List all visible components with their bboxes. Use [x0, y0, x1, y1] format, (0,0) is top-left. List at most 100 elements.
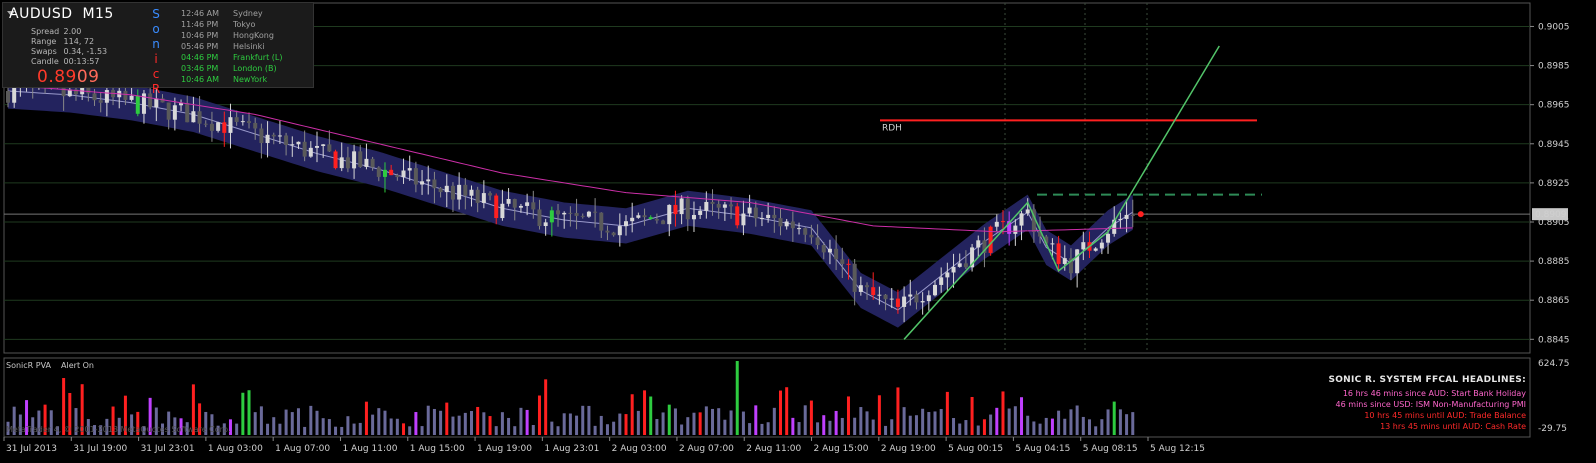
candle-body: [123, 90, 128, 100]
candle-body: [988, 226, 993, 253]
candle-body: [488, 193, 493, 196]
candle-body: [154, 98, 159, 108]
stat-key: Spread: [31, 27, 60, 36]
volume-bar: [1125, 414, 1129, 435]
timeframe: M15: [82, 6, 114, 22]
candle-body: [945, 272, 950, 278]
candle-body: [895, 298, 900, 307]
volume-bar: [1057, 410, 1061, 435]
price-main: 0.89: [37, 67, 77, 87]
session-clocks: 12:46 AM Sydney 11:46 PM Tokyo 10:46 PM HongK…: [181, 8, 282, 85]
stat-row: Swaps 0.34, -1.53: [31, 47, 107, 57]
candle-body: [827, 248, 832, 253]
candle-body: [345, 157, 350, 169]
volume-bar: [445, 402, 449, 435]
time-tick-label: 5 Aug 00:15: [948, 444, 1003, 454]
candle-body: [648, 217, 653, 219]
sonic-letter: c: [152, 67, 160, 81]
pva-name: SonicR PVA: [6, 361, 52, 370]
time-tick-label: 5 Aug 04:15: [1015, 444, 1070, 454]
candle-body: [963, 263, 968, 268]
session-time: 05:46 PM: [181, 42, 219, 51]
candle-body: [846, 263, 851, 265]
pva-alert: Alert On: [61, 361, 94, 370]
volume-bar: [605, 424, 609, 435]
volume-bar: [661, 412, 665, 435]
volume-bar: [896, 387, 900, 435]
symbol-title: AUDUSD M15: [9, 6, 114, 22]
volume-bar: [550, 421, 554, 435]
volume-bar: [1013, 406, 1017, 435]
candle-body: [537, 209, 542, 227]
volume-bar: [785, 387, 789, 435]
candle-body: [691, 214, 696, 220]
volume-bar: [834, 410, 838, 435]
stat-value: 114, 72: [63, 37, 95, 46]
candle-body: [586, 211, 591, 217]
candle-body: [1019, 213, 1024, 226]
candle-body: [1075, 249, 1080, 274]
volume-bar: [253, 412, 257, 435]
volume-bar: [587, 405, 591, 435]
volume-bar: [933, 411, 937, 435]
time-tick-label: 5 Aug 08:15: [1083, 444, 1138, 454]
volume-bar: [1094, 426, 1098, 435]
volume-bar: [426, 405, 430, 435]
volume-bar: [1020, 397, 1024, 435]
volume-bar: [766, 422, 770, 435]
volume-bar: [352, 423, 356, 435]
candle-body: [494, 195, 499, 219]
candle-body: [327, 144, 332, 152]
volume-bar: [871, 419, 875, 435]
volume-bar: [908, 415, 912, 435]
candle-body: [889, 298, 894, 300]
volume-bar: [1044, 417, 1048, 435]
volume-bar: [921, 408, 925, 435]
time-tick-label: 1 Aug 15:00: [410, 444, 465, 454]
candle-body: [729, 204, 734, 207]
candle-body: [1099, 242, 1104, 249]
candle-body: [951, 266, 956, 273]
candle-body: [685, 198, 690, 220]
candle-body: [722, 204, 727, 208]
time-tick-label: 2 Aug 07:00: [679, 444, 734, 454]
news-title: SONIC R. SYSTEM FFCAL HEADLINES:: [1328, 375, 1526, 385]
candle-body: [568, 212, 573, 214]
candle-body: [673, 204, 678, 215]
stat-row: Spread 2.00: [31, 27, 107, 37]
candle-body: [1000, 221, 1005, 223]
time-tick-label: 5 Aug 12:15: [1150, 444, 1205, 454]
volume-bar: [408, 426, 412, 435]
stat-row: Range 114, 72: [31, 37, 107, 47]
candle-body: [135, 95, 140, 114]
candle-body: [667, 204, 672, 225]
candle-body: [679, 198, 684, 215]
volume-bar: [327, 419, 331, 435]
symbol-info-panel: AUDUSD M15 Spread 2.00 Range 114, 72 Swaps…: [2, 2, 314, 96]
current-price: 0.8909: [37, 67, 100, 87]
volume-bar: [562, 413, 566, 435]
volume-bar: [377, 408, 381, 435]
candle-body: [179, 103, 184, 106]
volume-bar: [686, 417, 690, 435]
candle-body: [797, 228, 802, 230]
session-row: 11:46 PM Tokyo: [181, 19, 282, 30]
price-marker: [1137, 211, 1144, 218]
price-tick-label: 0.8965: [1538, 101, 1570, 111]
price-dim: 09: [76, 67, 100, 87]
candle-body: [914, 294, 919, 303]
time-tick-label: 1 Aug 19:00: [477, 444, 532, 454]
volume-bar: [859, 407, 863, 435]
volume-bar: [636, 410, 640, 435]
volume-bar: [760, 423, 764, 435]
candle-body: [549, 210, 554, 223]
sonic-letter: S: [152, 7, 160, 21]
candle-body: [284, 135, 289, 146]
time-tick-label: 31 Jul 19:00: [73, 444, 127, 454]
volume-bar: [803, 405, 807, 435]
current-price-label: 0.8909: [1535, 210, 1567, 220]
candle-body: [1093, 248, 1098, 251]
candle-body: [463, 184, 468, 196]
candle-body: [469, 189, 474, 196]
volume-bar: [964, 420, 968, 435]
